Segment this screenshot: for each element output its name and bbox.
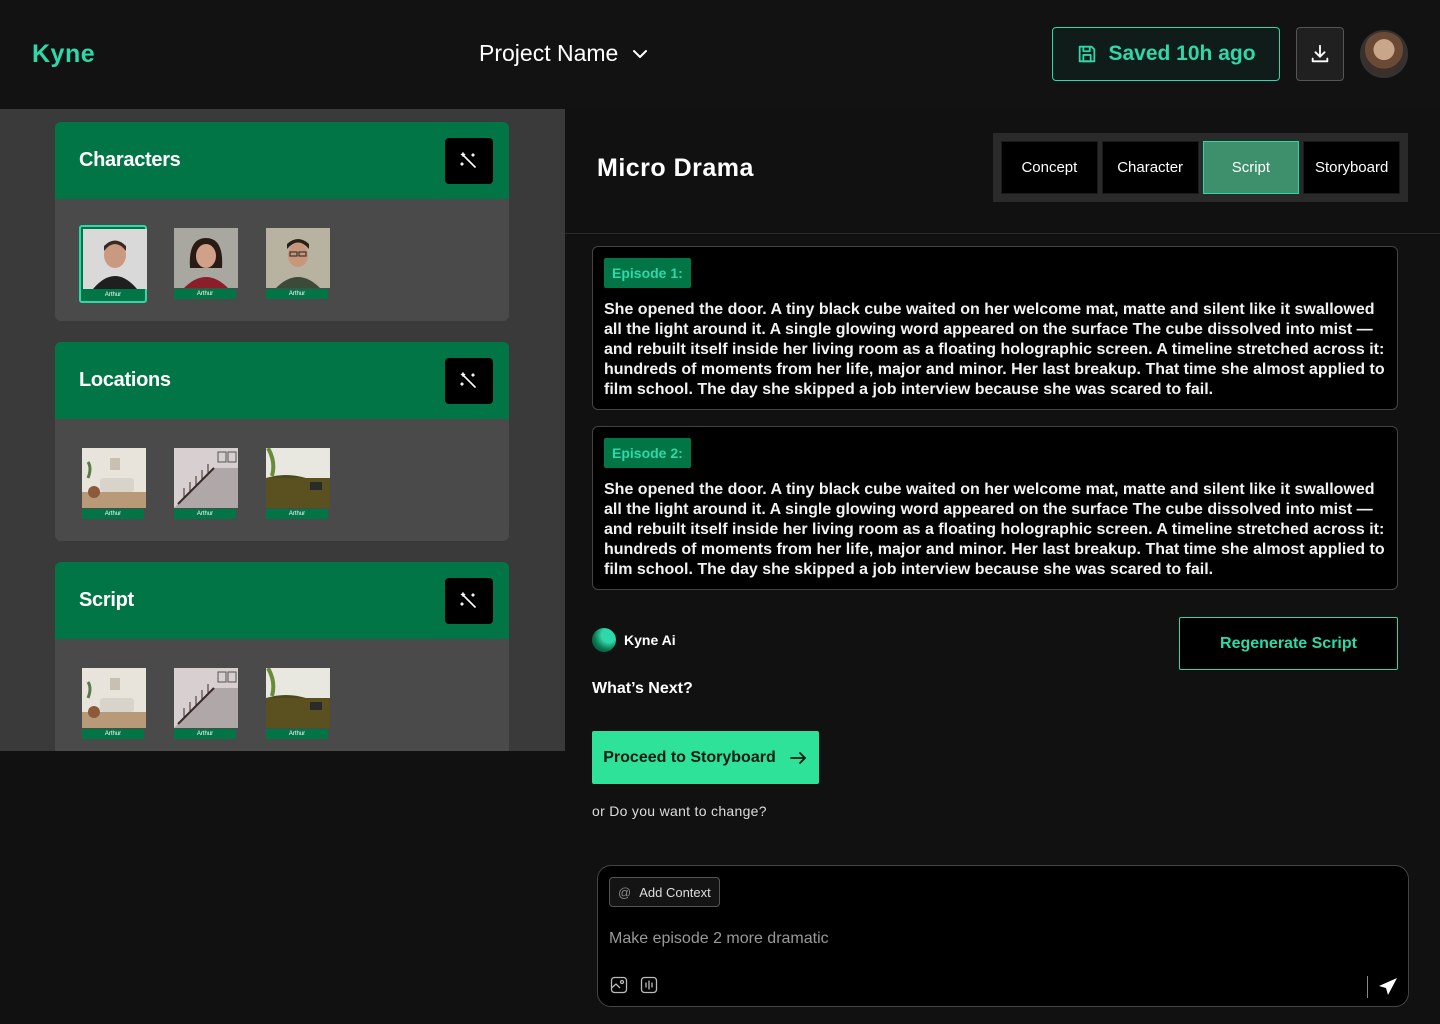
living-room-image	[82, 668, 146, 728]
characters-card-title: Characters	[79, 149, 181, 171]
asset-sidebar: Characters Arthur Arthur Arthur Location…	[0, 109, 565, 751]
saved-status-button[interactable]: Saved 10h ago	[1052, 27, 1280, 81]
tab-storyboard[interactable]: Storyboard	[1303, 141, 1400, 194]
characters-generate-button[interactable]	[445, 137, 493, 184]
script-card-header: Script	[55, 562, 509, 639]
chat-composer: @ Add Context	[597, 865, 1409, 1007]
thumb-label: Arthur	[174, 729, 236, 739]
send-button[interactable]	[1377, 976, 1399, 998]
locations-thumbs: Arthur Arthur Arthur	[55, 419, 509, 523]
locations-card-title: Locations	[79, 369, 171, 391]
locations-card: Locations Arthur Arthur Arthur	[55, 342, 509, 541]
character-thumb[interactable]: Arthur	[79, 225, 147, 303]
chat-tools	[610, 976, 658, 994]
project-name-dropdown[interactable]: Project Name	[479, 40, 650, 67]
locations-card-header: Locations	[55, 342, 509, 419]
character-portrait-image	[83, 229, 147, 289]
thumb-label: Arthur	[82, 509, 144, 519]
section-divider	[565, 233, 1440, 234]
user-avatar[interactable]	[1360, 30, 1408, 78]
magic-wand-icon	[460, 591, 476, 608]
audio-waveform-icon[interactable]	[640, 976, 658, 994]
thumb-label: Arthur	[266, 289, 328, 299]
tab-character[interactable]: Character	[1101, 141, 1199, 194]
thumb-label: Arthur	[266, 729, 328, 739]
chat-separator	[1367, 976, 1368, 998]
staircase-image	[174, 668, 238, 728]
characters-thumbs: Arthur Arthur Arthur	[55, 199, 509, 303]
thumb-label: Arthur	[83, 290, 143, 300]
image-upload-icon[interactable]	[610, 976, 628, 994]
episode-badge: Episode 1:	[604, 258, 691, 288]
characters-card-header: Characters	[55, 122, 509, 199]
saved-status-label: Saved 10h ago	[1108, 42, 1256, 65]
thumb-label: Arthur	[174, 509, 236, 519]
change-question: or Do you want to change?	[592, 803, 767, 819]
locations-generate-button[interactable]	[445, 357, 493, 404]
episode-text: She opened the door. A tiny black cube w…	[604, 301, 1385, 398]
field-image	[266, 668, 330, 728]
characters-card: Characters Arthur Arthur Arthur	[55, 122, 509, 321]
send-icon	[1379, 978, 1397, 995]
add-context-button[interactable]: @ Add Context	[609, 877, 720, 907]
episode-card[interactable]: Episode 2: She opened the door. A tiny b…	[592, 426, 1398, 590]
thumb-label: Arthur	[174, 289, 236, 299]
proceed-to-storyboard-button[interactable]: Proceed to Storyboard	[592, 731, 819, 784]
character-portrait-image	[174, 228, 238, 288]
thumb-label: Arthur	[82, 729, 144, 739]
field-image	[266, 448, 330, 508]
character-thumb[interactable]: Arthur	[263, 225, 331, 303]
episode-card[interactable]: Episode 1: She opened the door. A tiny b…	[592, 246, 1398, 410]
script-card: Script Arthur Arthur Arthur	[55, 562, 509, 751]
at-sign-icon: @	[618, 884, 632, 900]
app-logo[interactable]: Kyne	[32, 40, 95, 69]
proceed-label: Proceed to Storyboard	[603, 748, 776, 766]
episode-text: She opened the door. A tiny black cube w…	[604, 481, 1385, 578]
ai-assistant-label: Kyne Ai	[592, 628, 676, 652]
ai-orb-icon	[592, 628, 616, 652]
whats-next-heading: What’s Next?	[592, 680, 693, 697]
add-context-label: Add Context	[639, 884, 711, 900]
chevron-down-icon	[633, 49, 648, 58]
character-thumb[interactable]: Arthur	[171, 225, 239, 303]
location-thumb[interactable]: Arthur	[171, 445, 239, 523]
magic-wand-icon	[460, 371, 476, 388]
script-thumb[interactable]: Arthur	[171, 665, 239, 743]
thumb-label: Arthur	[266, 509, 328, 519]
tab-script[interactable]: Script	[1202, 141, 1300, 194]
workflow-tabs: Concept Character Script Storyboard	[993, 133, 1408, 202]
staircase-image	[174, 448, 238, 508]
save-icon	[1079, 45, 1096, 63]
script-card-title: Script	[79, 589, 134, 611]
living-room-image	[82, 448, 146, 508]
chat-input[interactable]	[609, 930, 1369, 948]
arrow-right-icon	[789, 751, 806, 764]
regenerate-script-button[interactable]: Regenerate Script	[1179, 617, 1398, 670]
script-thumb[interactable]: Arthur	[79, 665, 147, 743]
character-portrait-image	[266, 228, 330, 288]
tab-concept[interactable]: Concept	[1001, 141, 1098, 194]
ai-name: Kyne Ai	[624, 632, 676, 648]
page-title: Micro Drama	[597, 154, 754, 182]
script-generate-button[interactable]	[445, 577, 493, 624]
magic-wand-icon	[460, 151, 476, 168]
location-thumb[interactable]: Arthur	[79, 445, 147, 523]
download-icon	[1311, 44, 1329, 63]
app-header: Kyne Project Name Saved 10h ago	[0, 0, 1440, 109]
project-name-label: Project Name	[479, 40, 619, 66]
download-button[interactable]	[1296, 27, 1344, 81]
script-thumbs: Arthur Arthur Arthur	[55, 639, 509, 743]
location-thumb[interactable]: Arthur	[263, 445, 331, 523]
episode-badge: Episode 2:	[604, 438, 691, 468]
script-thumb[interactable]: Arthur	[263, 665, 331, 743]
